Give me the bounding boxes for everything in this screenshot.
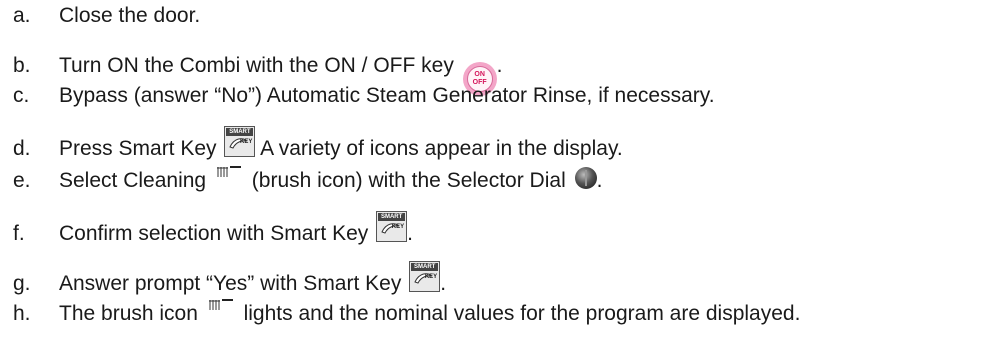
step-c: c. Bypass (answer “No”) Automatic Steam G… — [13, 84, 715, 108]
key-label: KEY — [424, 274, 438, 280]
step-text-end: A variety of icons appear in the display… — [255, 137, 623, 160]
step-text: Close the door. — [59, 4, 201, 27]
step-a: a. Close the door. — [13, 4, 200, 28]
step-text: The brush icon — [59, 302, 198, 325]
step-text: Confirm selection with Smart Key — [59, 222, 369, 245]
brush-icon — [216, 161, 242, 177]
step-text: Turn ON the Combi with the ON / OFF key — [59, 54, 454, 77]
step-letter: f. — [13, 222, 25, 245]
step-text: Answer prompt “Yes” with Smart Key — [59, 272, 402, 295]
step-text-end: . — [440, 272, 447, 295]
step-text-end: lights and the nominal values for the pr… — [237, 302, 801, 325]
step-e: e. Select Cleaning (brush icon) with the … — [13, 165, 602, 193]
step-f: f. Confirm selection with Smart Key SMART… — [13, 209, 413, 246]
step-letter: c. — [13, 84, 30, 107]
selector-dial-icon — [574, 167, 597, 189]
smart-key-icon: SMART KEY — [409, 261, 441, 292]
step-letter: b. — [13, 54, 31, 77]
step-letter: a. — [13, 4, 31, 27]
step-text: Select Cleaning — [59, 169, 207, 192]
step-text-end: . — [596, 169, 603, 192]
smart-key-icon: SMART KEY — [376, 211, 408, 242]
step-text: Press Smart Key — [59, 137, 217, 160]
step-text: Bypass (answer “No”) Automatic Steam Gen… — [59, 84, 715, 107]
on-label: ON — [474, 71, 485, 78]
step-letter: h. — [13, 302, 31, 325]
step-d: d. Press Smart Key SMART KEY A variety of… — [13, 124, 623, 161]
key-label: KEY — [391, 224, 405, 230]
step-text-end: . — [496, 54, 503, 77]
step-letter: d. — [13, 137, 31, 160]
key-label: KEY — [240, 139, 253, 145]
smart-key-icon: SMART KEY — [224, 126, 256, 157]
step-text-mid: (brush icon) with the Selector Dial — [245, 169, 566, 192]
step-letter: e. — [13, 169, 31, 192]
step-g: g. Answer prompt “Yes” with Smart Key SMA… — [13, 259, 446, 296]
step-text-end: . — [407, 222, 413, 245]
step-letter: g. — [13, 272, 31, 295]
step-h: h. The brush icon lights and the nominal … — [13, 299, 801, 326]
brush-icon — [208, 294, 234, 310]
